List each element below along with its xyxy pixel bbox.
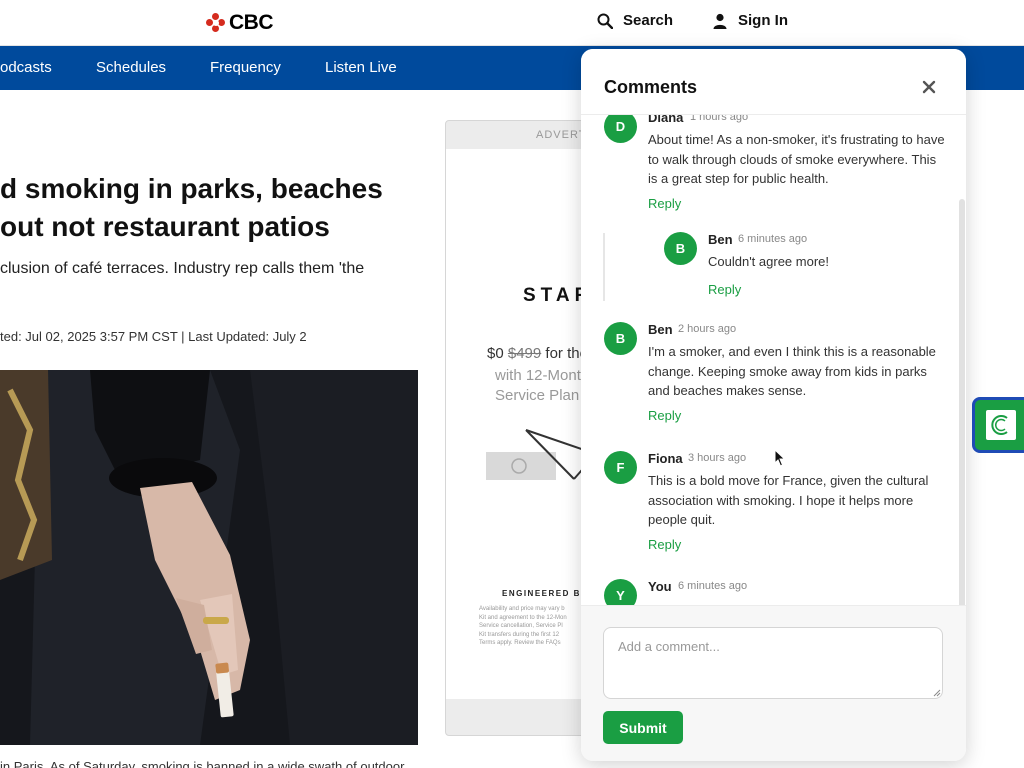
advertisement[interactable]: ADVERTI STAR $0 $499 for the with 12-Mon… xyxy=(445,120,595,736)
reply-button[interactable]: Reply xyxy=(648,408,681,423)
ad-fine-line: Terms apply. Review the FAQs xyxy=(479,640,561,646)
article-dateline: ted: Jul 02, 2025 3:57 PM CST | Last Upd… xyxy=(0,329,307,344)
article-subheading: clusion of café terraces. Industry rep c… xyxy=(0,260,365,277)
ad-price: $0 $499 for the xyxy=(487,345,588,362)
ad-sub-line-1: with 12-Mont xyxy=(495,367,581,384)
ad-engineered-text: ENGINEERED B xyxy=(502,589,581,598)
comment-text: I'm a smoker, and even I think this is a… xyxy=(648,344,936,398)
cbc-logo[interactable]: CBC xyxy=(206,11,274,35)
floating-widget-button[interactable] xyxy=(972,397,1024,453)
nav-item-podcasts[interactable]: odcasts xyxy=(0,59,52,76)
comments-panel: Comments D Diana 1 hours ago About time!… xyxy=(581,49,966,761)
logo-text: CBC xyxy=(229,11,274,34)
headline-line-2: out not restaurant patios xyxy=(0,211,330,242)
comment-composer: Submit xyxy=(581,605,966,761)
sign-in-button[interactable]: Sign In xyxy=(712,12,788,29)
ad-fine-line: Kit and agreement to the 12-Mon xyxy=(479,614,567,621)
nav-item-schedules[interactable]: Schedules xyxy=(96,59,166,76)
comment-author: Fiona xyxy=(648,451,683,466)
headline-line-1: d smoking in parks, beaches xyxy=(0,173,383,204)
comment-text: This is a bold move for France, given th… xyxy=(648,473,929,527)
comment-input[interactable] xyxy=(603,627,943,699)
ad-fine-line: Kit transfers during the first 12 xyxy=(479,631,560,638)
comments-scrollbar[interactable] xyxy=(959,199,965,605)
comment-author: Ben xyxy=(708,232,733,247)
reply-thread-line xyxy=(603,233,605,301)
ad-price-old: $499 xyxy=(507,345,542,362)
avatar: B xyxy=(664,232,697,265)
ad-fine-line: Service cancellation, Service Pl xyxy=(479,623,563,629)
ad-fine-print: Availability and price may vary b Kit an… xyxy=(479,605,567,648)
search-icon xyxy=(597,13,613,29)
comment-time: 3 hours ago xyxy=(688,452,747,464)
ad-fine-line: Availability and price may vary b xyxy=(479,606,565,612)
comment-author: Diana xyxy=(648,115,684,125)
comment-text: Couldn't agree more! xyxy=(708,254,829,269)
ad-price-now: $0 xyxy=(487,345,504,362)
comments-header: Comments xyxy=(581,49,966,115)
article-headline: d smoking in parks, beaches out not rest… xyxy=(0,170,420,246)
nav-item-listen-live[interactable]: Listen Live xyxy=(325,59,397,76)
top-header: CBC Search Sign In xyxy=(0,0,1024,46)
comment-author: Ben xyxy=(648,322,673,337)
ad-creative[interactable]: STAR $0 $499 for the with 12-Mont Servic… xyxy=(446,149,594,699)
reply-button[interactable]: Reply xyxy=(708,282,741,297)
user-icon xyxy=(713,13,727,29)
search-button[interactable]: Search xyxy=(597,12,673,29)
comment-time: 6 minutes ago xyxy=(738,233,808,245)
comment-time: 6 minutes ago xyxy=(678,580,748,592)
comments-list[interactable]: D Diana 1 hours ago About time! As a non… xyxy=(581,115,966,605)
c-logo-icon xyxy=(986,410,1016,440)
avatar: B xyxy=(604,322,637,355)
ad-subtext: with 12-Mont Service Plan xyxy=(495,366,581,406)
comment-text: About time! As a non-smoker, it's frustr… xyxy=(648,132,945,186)
resize-grip-icon[interactable] xyxy=(933,689,941,697)
comment-time: 1 hours ago xyxy=(690,115,749,123)
photo-caption: in Paris. As of Saturday, smoking is ban… xyxy=(0,759,405,768)
avatar: Y xyxy=(604,579,637,605)
search-label: Search xyxy=(623,12,674,29)
reply-button[interactable]: Reply xyxy=(648,196,681,211)
ad-product-image xyxy=(486,429,594,480)
sign-in-label: Sign In xyxy=(738,12,788,29)
cbc-gem-icon xyxy=(206,13,226,33)
smoking-hand-image xyxy=(0,370,418,745)
comment-author: You xyxy=(648,579,672,594)
avatar: D xyxy=(604,115,637,143)
comments-title: Comments xyxy=(604,77,698,97)
comment-time: 2 hours ago xyxy=(678,323,737,335)
avatar: F xyxy=(604,451,637,484)
ad-sub-line-2: Service Plan xyxy=(495,387,580,404)
close-icon[interactable] xyxy=(920,78,938,96)
submit-comment-button[interactable]: Submit xyxy=(603,711,683,744)
nav-item-frequency[interactable]: Frequency xyxy=(210,59,281,76)
ad-label: ADVERTI xyxy=(536,129,591,141)
article-photo xyxy=(0,370,418,745)
reply-button[interactable]: Reply xyxy=(648,537,681,552)
mouse-cursor-icon xyxy=(774,449,786,467)
